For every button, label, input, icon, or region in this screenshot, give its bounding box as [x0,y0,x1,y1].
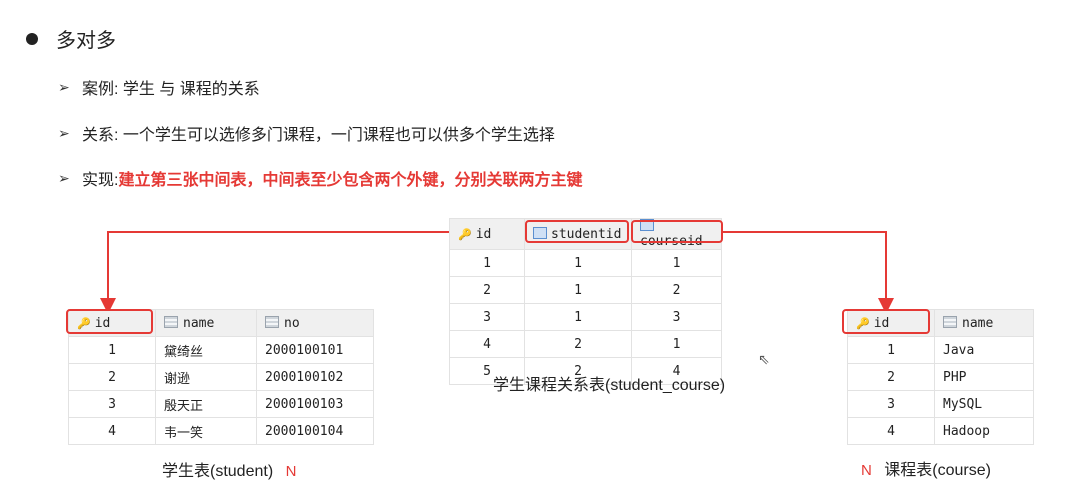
mouse-cursor-icon: ⇖ [758,351,770,367]
table-row[interactable]: 212 [449,276,722,304]
table-row[interactable]: 421 [449,330,722,358]
table-row[interactable]: 111 [449,249,722,277]
student-col-no[interactable]: no [256,309,374,337]
student-id-highlight [66,309,153,334]
course-link-line [723,231,894,314]
table-row[interactable]: 3 殷天正 2000100103 [68,390,374,418]
table-row[interactable]: 2 谢逊 2000100102 [68,363,374,391]
table-row[interactable]: 1 黛绮丝 2000100101 [68,336,374,364]
table-row[interactable]: 1 Java [847,336,1034,364]
courseid-highlight [631,220,723,243]
student-cardinality: N [285,463,297,480]
column-icon [943,315,957,328]
table-row[interactable]: 4 韦一笑 2000100104 [68,417,374,445]
course-table-caption: N 课程表(course) [861,456,991,480]
link-col-id[interactable]: 🔑 id [449,218,525,250]
link-table: 🔑 id studentid courseid 111 212 313 421 5… [449,218,722,385]
table-row[interactable]: 4 Hadoop [847,417,1034,445]
student-table-caption: 学生表(student) N [162,457,296,481]
primary-key-icon: 🔑 [458,227,472,241]
table-row[interactable]: 313 [449,303,722,331]
course-col-name[interactable]: name [934,309,1034,337]
table-row[interactable]: 3 MySQL [847,390,1034,418]
column-icon [265,315,279,328]
link-table-caption: 学生课程关系表(student_course) [493,377,726,394]
student-caption-text: 学生表(student) [162,463,274,480]
course-cardinality: N [861,462,872,479]
studentid-highlight [525,220,629,243]
student-col-name[interactable]: name [155,309,257,337]
table-row[interactable]: 2 PHP [847,363,1034,391]
course-caption-text: 课程表(course) [884,462,991,479]
course-id-highlight [842,309,930,334]
column-icon [164,315,178,328]
